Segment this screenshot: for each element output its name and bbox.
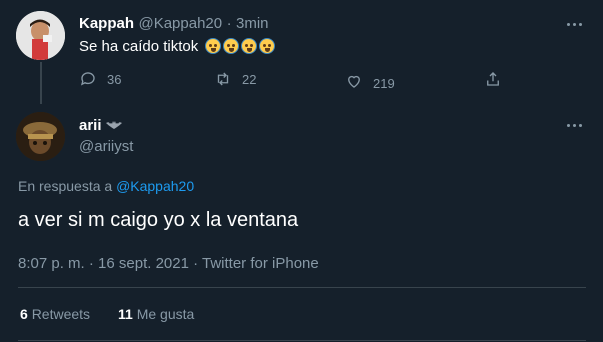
reply-count: 36 [107,71,122,87]
parent-tweet-text-row: Se ha caído tiktok [79,38,277,55]
parent-author-name[interactable]: Kappah [79,15,134,32]
main-tweet-text: a ver si m caigo yo x la ventana [18,209,299,231]
retweet-icon [217,72,229,86]
share-icon [487,72,499,86]
thread-connector-line [40,62,42,104]
reply-prefix: En respuesta a [18,178,113,194]
reply-action[interactable]: 36 [79,70,121,88]
retweet-count: 22 [242,71,257,87]
arii-avatar[interactable] [16,112,65,161]
parent-time[interactable]: 3min [236,15,269,32]
stats-divider-top [18,287,586,288]
likes-stat[interactable]: 11 Me gusta [118,306,194,322]
reply-icon [80,72,95,86]
retweets-stat[interactable]: 6 Retweets [20,306,90,322]
tweet-meta[interactable]: 8:07 p. m. · 16 sept. 2021 · Twitter for… [18,255,319,272]
main-author-name[interactable]: arii [79,117,102,134]
like-action[interactable]: 219 [345,70,395,91]
bat-icon [105,121,122,129]
like-count: 219 [373,76,395,91]
loudly-crying-face-icon [205,38,222,54]
share-action[interactable] [484,70,502,88]
loudly-crying-face-icon [259,38,276,54]
reply-context: En respuesta a @Kappah20 [18,178,194,194]
parent-more-options-icon[interactable] [561,18,587,30]
parent-handle[interactable]: @Kappah20 [138,15,222,32]
retweet-stat-label: Retweets [31,306,91,322]
loudly-crying-face-icon [223,38,240,54]
parent-separator: · [226,15,232,32]
main-more-options-icon[interactable] [561,119,587,131]
main-author-row: arii [79,117,122,135]
stats-divider-bottom [18,340,586,341]
like-stat-count: 11 [118,306,133,322]
main-handle[interactable]: @ariiyst [79,138,133,155]
parent-tweet-text: Se ha caído tiktok [79,38,199,55]
like-stat-label: Me gusta [136,306,195,322]
retweet-stat-count: 6 [20,306,28,322]
emoji-group [205,38,277,55]
reply-to-link[interactable]: @Kappah20 [116,178,194,194]
kappah-avatar[interactable] [16,11,65,60]
retweet-action[interactable]: 22 [214,70,256,88]
parent-tweet-header: Kappah @Kappah20 · 3min [79,15,269,33]
loudly-crying-face-icon [241,38,258,54]
heart-icon [348,75,360,88]
